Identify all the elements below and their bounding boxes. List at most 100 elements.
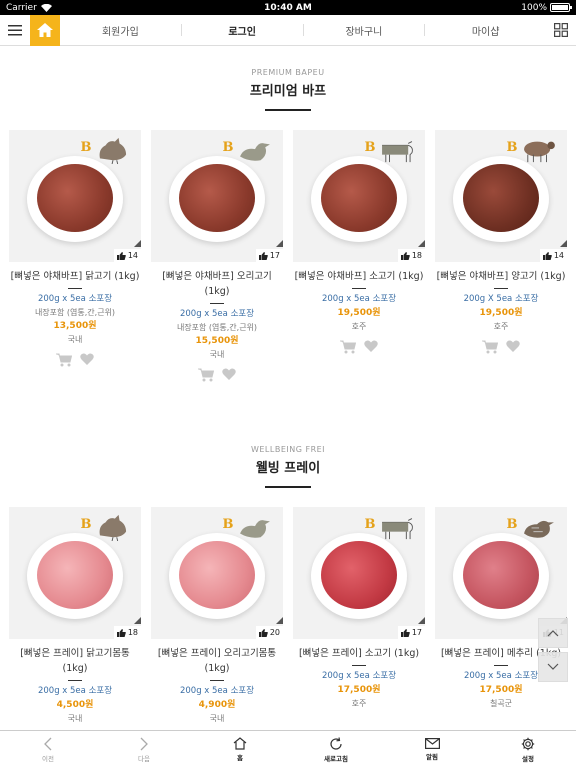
wifi-icon	[40, 3, 52, 12]
chevron-left-icon	[44, 737, 52, 750]
settings-label: 설정	[522, 754, 534, 763]
rooster-icon	[99, 514, 127, 541]
like-count-badge[interactable]: 17	[255, 249, 283, 262]
product-spec: 200g x 5ea 소포장	[37, 686, 113, 696]
product-card[interactable]: B 14 [뼈넣은 야채바프] 닭고기 (1kg) 200g x 5ea 소포장 내장포…	[9, 130, 141, 367]
hamburger-icon	[8, 24, 22, 35]
nav-myshop[interactable]: 마이샵	[425, 23, 546, 38]
product-divider	[68, 680, 82, 681]
product-divider	[210, 680, 224, 681]
bottom-toolbar: 이전 다음 홈 새로고침 알림 설정	[0, 730, 576, 768]
cart-icon[interactable]	[198, 368, 214, 382]
product-price: 19,500원	[479, 308, 523, 318]
top-nav: 회원가입 로그인 장바구니 마이샵	[0, 14, 576, 46]
cart-icon[interactable]	[56, 353, 72, 367]
section-header-wellbeing: WELLBEING FREI 웰빙 프레이	[0, 445, 576, 488]
corner-mark	[276, 240, 283, 247]
corner-mark	[276, 617, 283, 624]
product-card[interactable]: B 17 [뼈넣은 야채바프] 오리고기 (1kg) 200g x 5ea 소포장 내장…	[151, 130, 283, 382]
product-spec: 200g x 5ea 소포장	[321, 671, 397, 681]
meat-image	[179, 541, 255, 609]
home-button[interactable]	[30, 14, 60, 46]
product-spec: 200g X 5ea 소포장	[463, 294, 539, 304]
refresh-button[interactable]: 새로고침	[288, 731, 384, 768]
product-origin: 국내	[67, 714, 83, 723]
nav-signup[interactable]: 회원가입	[60, 23, 181, 38]
back-button[interactable]: 이전	[0, 731, 96, 768]
product-actions	[293, 340, 425, 354]
product-image[interactable]: B 17	[293, 507, 425, 639]
forward-button[interactable]: 다음	[96, 731, 192, 768]
mail-icon	[424, 738, 440, 749]
chevron-down-icon	[547, 663, 559, 670]
product-price: 15,500원	[195, 336, 239, 346]
like-count-badge[interactable]: 18	[397, 249, 425, 262]
duck-icon	[240, 143, 270, 161]
like-count-badge[interactable]: 18	[113, 626, 141, 639]
product-spec: 200g x 5ea 소포장	[179, 309, 255, 319]
corner-mark	[134, 240, 141, 247]
product-card[interactable]: B 18 [뼈넣은 프레이] 닭고기몸통 (1kg) 200g x 5ea 소포장 4,…	[9, 507, 141, 725]
settings-button[interactable]: 설정	[480, 731, 576, 768]
duck-icon	[240, 520, 270, 538]
meat-image	[321, 541, 397, 609]
grid-view-button[interactable]	[546, 15, 576, 46]
section-header-premium: PREMIUM BAPEU 프리미엄 바프	[0, 68, 576, 111]
heart-icon[interactable]	[222, 368, 236, 381]
back-label: 이전	[42, 754, 54, 763]
product-price: 19,500원	[337, 308, 381, 318]
product-card[interactable]: B 17 [뼈넣은 프레이] 소고기 (1kg) 200g x 5ea 소포장 17,5…	[293, 507, 425, 710]
heart-icon[interactable]	[506, 340, 520, 353]
scroll-controls	[538, 618, 568, 686]
product-card[interactable]: B 14 [뼈넣은 야채바프] 양고기 (1kg) 200g X 5ea 소포장 19,…	[435, 130, 567, 354]
product-divider	[352, 665, 366, 666]
scroll-up-button[interactable]	[538, 618, 568, 648]
product-origin: 호주	[493, 322, 509, 331]
cart-icon[interactable]	[340, 340, 356, 354]
nav-login[interactable]: 로그인	[182, 23, 303, 38]
like-count: 17	[411, 628, 422, 637]
like-count-badge[interactable]: 17	[397, 626, 425, 639]
product-image[interactable]: B 18	[293, 130, 425, 262]
section-title: 웰빙 프레이	[255, 461, 321, 476]
menu-button[interactable]	[0, 15, 30, 46]
forward-label: 다음	[138, 754, 150, 763]
like-count: 14	[127, 251, 138, 260]
product-image[interactable]: B 14	[435, 130, 567, 262]
product-image[interactable]: B 20	[151, 507, 283, 639]
notifications-label: 알림	[426, 753, 438, 761]
meat-image	[463, 164, 539, 232]
product-name[interactable]: [뼈넣은 야채바프] 양고기 (1kg)	[435, 269, 567, 284]
status-bar: Carrier 10:40 AM 100%	[0, 0, 576, 15]
cow-icon	[382, 141, 413, 163]
scroll-down-button[interactable]	[538, 652, 568, 682]
notifications-button[interactable]: 알림	[384, 731, 480, 768]
product-card[interactable]: B 18 [뼈넣은 야채바프] 소고기 (1kg) 200g x 5ea 소포장 19,…	[293, 130, 425, 354]
home-tab-button[interactable]: 홈	[192, 731, 288, 768]
like-count-badge[interactable]: 14	[539, 249, 567, 262]
status-time: 10:40 AM	[264, 2, 312, 13]
product-price: 13,500원	[53, 321, 97, 331]
product-image[interactable]: B 18	[9, 507, 141, 639]
product-name[interactable]: [뼈넣은 프레이] 닭고기몸통 (1kg)	[9, 646, 141, 676]
cart-icon[interactable]	[482, 340, 498, 354]
product-name[interactable]: [뼈넣은 야채바프] 오리고기 (1kg)	[151, 269, 283, 299]
product-name[interactable]: [뼈넣은 야채바프] 닭고기 (1kg)	[9, 269, 141, 284]
nav-cart[interactable]: 장바구니	[304, 23, 425, 38]
meat-image	[463, 541, 539, 609]
section-underline	[265, 486, 311, 488]
product-image[interactable]: B 17	[151, 130, 283, 262]
product-name[interactable]: [뼈넣은 프레이] 오리고기몸통 (1kg)	[151, 646, 283, 676]
product-name[interactable]: [뼈넣은 프레이] 소고기 (1kg)	[293, 646, 425, 661]
product-card[interactable]: B 20 [뼈넣은 프레이] 오리고기몸통 (1kg) 200g x 5ea 소포장 4…	[151, 507, 283, 725]
section-title: 프리미엄 바프	[249, 84, 327, 99]
product-image[interactable]: B 14	[9, 130, 141, 262]
like-count-badge[interactable]: 20	[255, 626, 283, 639]
thumbs-up-icon	[258, 251, 268, 260]
chevron-up-icon	[547, 630, 559, 637]
heart-icon[interactable]	[80, 353, 94, 366]
heart-icon[interactable]	[364, 340, 378, 353]
like-count-badge[interactable]: 14	[113, 249, 141, 262]
chevron-right-icon	[140, 737, 148, 750]
product-name[interactable]: [뼈넣은 야채바프] 소고기 (1kg)	[293, 269, 425, 284]
